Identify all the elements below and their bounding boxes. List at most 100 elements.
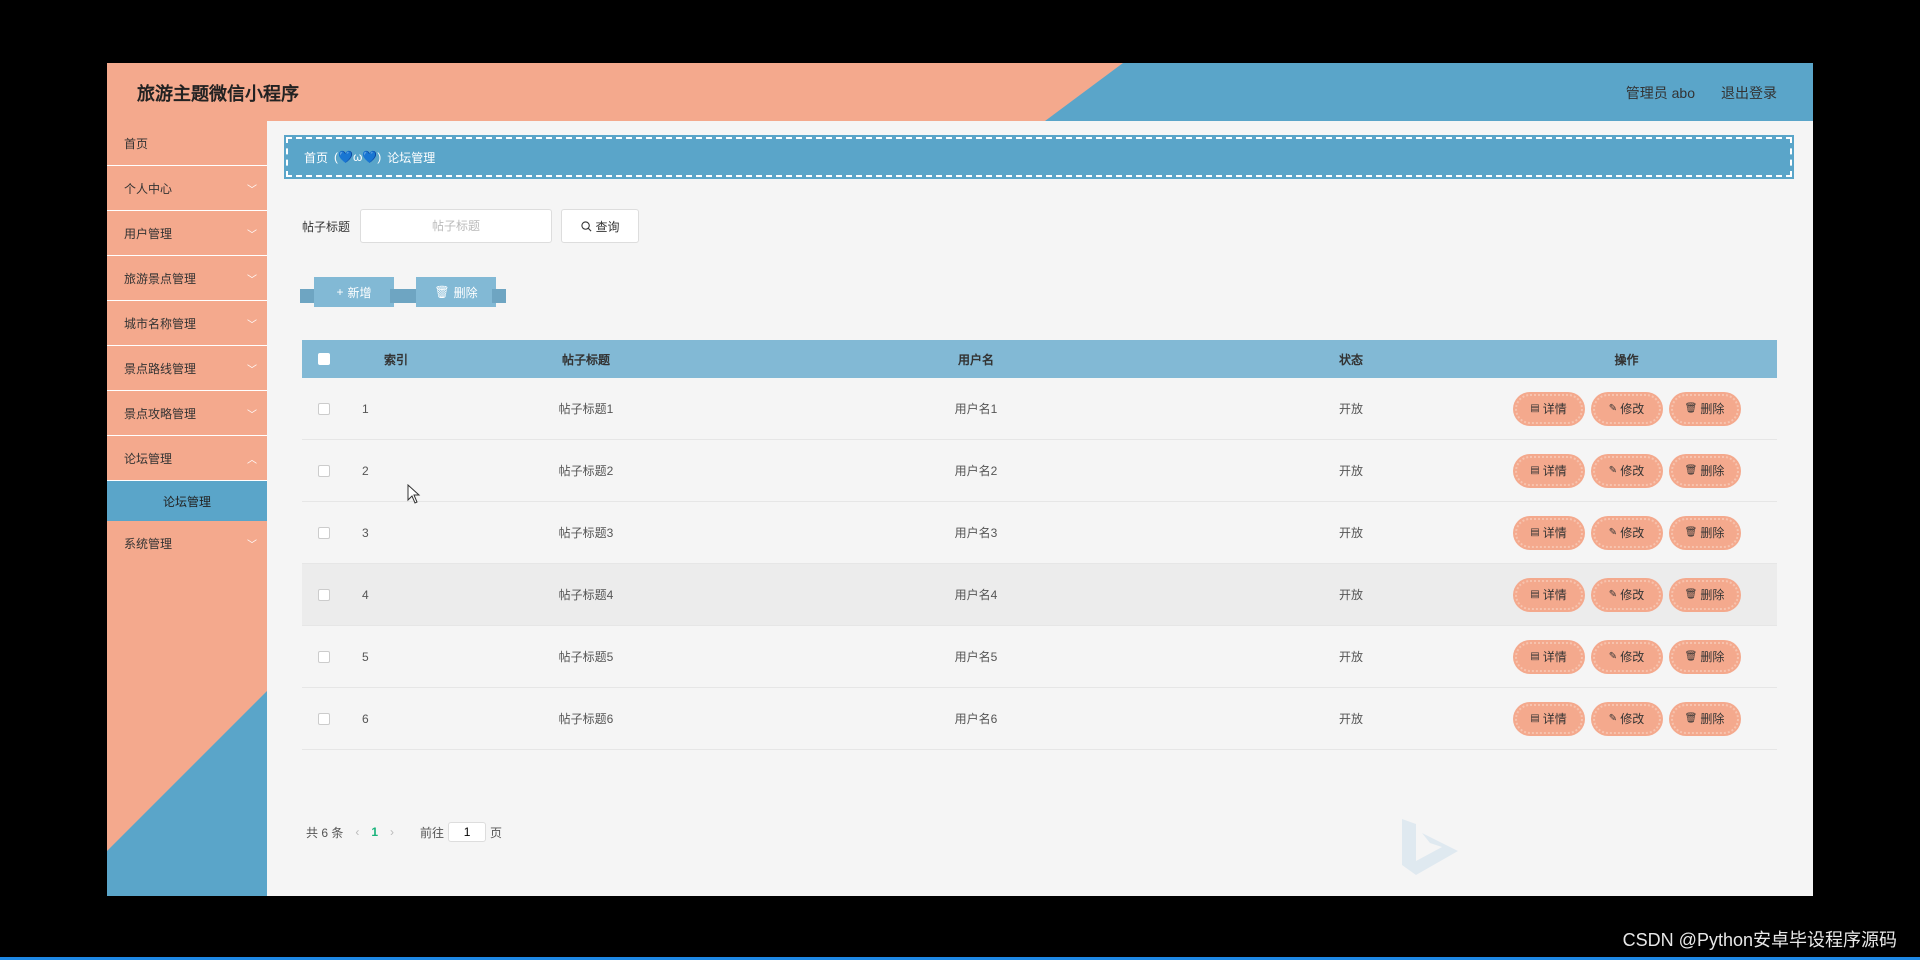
cell-index: 3: [362, 525, 369, 540]
edit-button[interactable]: ✎ 修改: [1592, 517, 1661, 548]
page-number[interactable]: 1: [371, 825, 378, 839]
detail-button[interactable]: ▤ 详情: [1514, 641, 1583, 672]
document-icon: ▤: [1530, 589, 1540, 600]
cell-status: 开放: [1338, 588, 1363, 602]
edit-button-label: 修改: [1620, 402, 1645, 416]
sidebar-item-user-management[interactable]: 用户管理 ﹀: [107, 211, 267, 256]
cell-title: 帖子标题6: [558, 712, 614, 726]
sidebar-item-routes[interactable]: 景点路线管理 ﹀: [107, 346, 267, 391]
delete-button-label: 删除: [1700, 650, 1725, 664]
chevron-down-icon: ﹀: [247, 410, 257, 421]
mouse-cursor-icon: [407, 484, 421, 504]
sidebar-item-label: 论坛管理: [124, 451, 173, 466]
cell-username: 用户名2: [954, 464, 998, 478]
sidebar-item-forum[interactable]: 论坛管理 ︿: [107, 436, 267, 481]
sidebar-item-system[interactable]: 系统管理 ﹀: [107, 521, 267, 565]
detail-button-label: 详情: [1542, 464, 1567, 478]
trash-icon: 🗑: [1684, 589, 1698, 600]
detail-button-label: 详情: [1542, 650, 1567, 664]
delete-button[interactable]: 🗑 删除: [1670, 455, 1739, 486]
search-input[interactable]: [360, 209, 553, 243]
batch-delete-button[interactable]: 🗑 删除: [416, 277, 496, 307]
delete-button[interactable]: 🗑 删除: [1670, 641, 1739, 672]
pagination-total: 共 6 条: [306, 825, 344, 840]
batch-delete-label: 删除: [453, 285, 478, 300]
delete-button-label: 删除: [1700, 464, 1725, 478]
cell-status: 开放: [1338, 526, 1363, 540]
detail-button[interactable]: ▤ 详情: [1514, 455, 1583, 486]
pencil-icon: ✎: [1608, 403, 1618, 414]
cell-index: 2: [362, 463, 369, 478]
edit-button[interactable]: ✎ 修改: [1592, 579, 1661, 610]
column-header-status: 状态: [1338, 352, 1363, 367]
delete-button[interactable]: 🗑 删除: [1670, 393, 1739, 424]
trash-icon: 🗑: [1684, 527, 1698, 538]
pencil-icon: ✎: [1608, 465, 1618, 476]
edit-button[interactable]: ✎ 修改: [1592, 455, 1661, 486]
detail-button[interactable]: ▤ 详情: [1514, 393, 1583, 424]
sidebar-item-home[interactable]: 首页: [107, 121, 267, 166]
add-button[interactable]: + 新增: [314, 277, 394, 307]
cell-username: 用户名4: [954, 588, 998, 602]
select-all-checkbox[interactable]: [318, 353, 330, 365]
sidebar-item-guides[interactable]: 景点攻略管理 ﹀: [107, 391, 267, 436]
goto-page-input[interactable]: [448, 822, 487, 842]
ribbon-decoration: [492, 289, 506, 303]
detail-button[interactable]: ▤ 详情: [1514, 579, 1583, 610]
detail-button-label: 详情: [1542, 588, 1567, 602]
search-button-label: 查询: [595, 219, 620, 234]
sidebar-subitem-forum-management[interactable]: 论坛管理: [107, 481, 267, 521]
cell-title: 帖子标题3: [558, 526, 614, 540]
row-checkbox[interactable]: [318, 588, 330, 601]
sidebar-item-scenic-spots[interactable]: 旅游景点管理 ﹀: [107, 256, 267, 301]
cell-status: 开放: [1338, 650, 1363, 664]
header-salmon-panel: [107, 63, 1123, 121]
row-checkbox[interactable]: [318, 464, 330, 477]
column-header-title: 帖子标题: [561, 352, 610, 367]
sidebar-item-personal-center[interactable]: 个人中心 ﹀: [107, 166, 267, 211]
column-header-actions: 操作: [1614, 352, 1639, 367]
cell-title: 帖子标题4: [558, 588, 614, 602]
row-checkbox[interactable]: [318, 526, 330, 539]
ribbon-decoration: [390, 289, 404, 303]
delete-button[interactable]: 🗑 删除: [1670, 517, 1739, 548]
chevron-down-icon: ﹀: [247, 365, 257, 376]
trash-icon: 🗑: [434, 285, 450, 299]
trash-icon: 🗑: [1684, 465, 1698, 476]
table-row: 2 帖子标题2 用户名2 开放 ▤ 详情 ✎ 修改 🗑 删除: [302, 440, 1777, 502]
sidebar-item-label: 用户管理: [124, 226, 173, 241]
edit-button[interactable]: ✎ 修改: [1592, 393, 1661, 424]
logout-link[interactable]: 退出登录: [1721, 83, 1777, 103]
detail-button[interactable]: ▤ 详情: [1514, 703, 1583, 734]
table-row: 6 帖子标题6 用户名6 开放 ▤ 详情 ✎ 修改 🗑 删除: [302, 688, 1777, 750]
search-button[interactable]: 查询: [561, 209, 640, 243]
cell-username: 用户名5: [954, 650, 998, 664]
add-button-label: 新增: [347, 285, 372, 300]
edit-button-label: 修改: [1620, 588, 1645, 602]
cell-status: 开放: [1338, 712, 1363, 726]
edit-button[interactable]: ✎ 修改: [1592, 703, 1661, 734]
row-checkbox[interactable]: [318, 650, 330, 663]
cell-index: 6: [362, 711, 369, 726]
chevron-left-icon[interactable]: ‹: [355, 825, 359, 839]
search-icon: [580, 220, 591, 231]
search-bar: 帖子标题 查询: [302, 208, 640, 244]
chevron-right-icon[interactable]: ›: [390, 825, 394, 839]
detail-button[interactable]: ▤ 详情: [1514, 517, 1583, 548]
sidebar-item-label: 景点路线管理: [124, 361, 197, 376]
breadcrumb-current: 论坛管理: [387, 150, 436, 165]
cell-title: 帖子标题1: [558, 402, 614, 416]
trash-icon: 🗑: [1684, 651, 1698, 662]
delete-button-label: 删除: [1700, 402, 1725, 416]
delete-button[interactable]: 🗑 删除: [1670, 703, 1739, 734]
sidebar-item-city-names[interactable]: 城市名称管理 ﹀: [107, 301, 267, 346]
app-title: 旅游主题微信小程序: [137, 84, 299, 104]
delete-button[interactable]: 🗑 删除: [1670, 579, 1739, 610]
row-checkbox[interactable]: [318, 712, 330, 725]
forum-table: 索引 帖子标题 用户名 状态 操作 1 帖子标题1 用户名1 开放 ▤ 详情 ✎ 修…: [302, 340, 1777, 750]
breadcrumb-home[interactable]: 首页: [304, 149, 328, 166]
pencil-icon: ✎: [1608, 713, 1618, 724]
detail-button-label: 详情: [1542, 402, 1567, 416]
row-checkbox[interactable]: [318, 402, 330, 415]
edit-button[interactable]: ✎ 修改: [1592, 641, 1661, 672]
